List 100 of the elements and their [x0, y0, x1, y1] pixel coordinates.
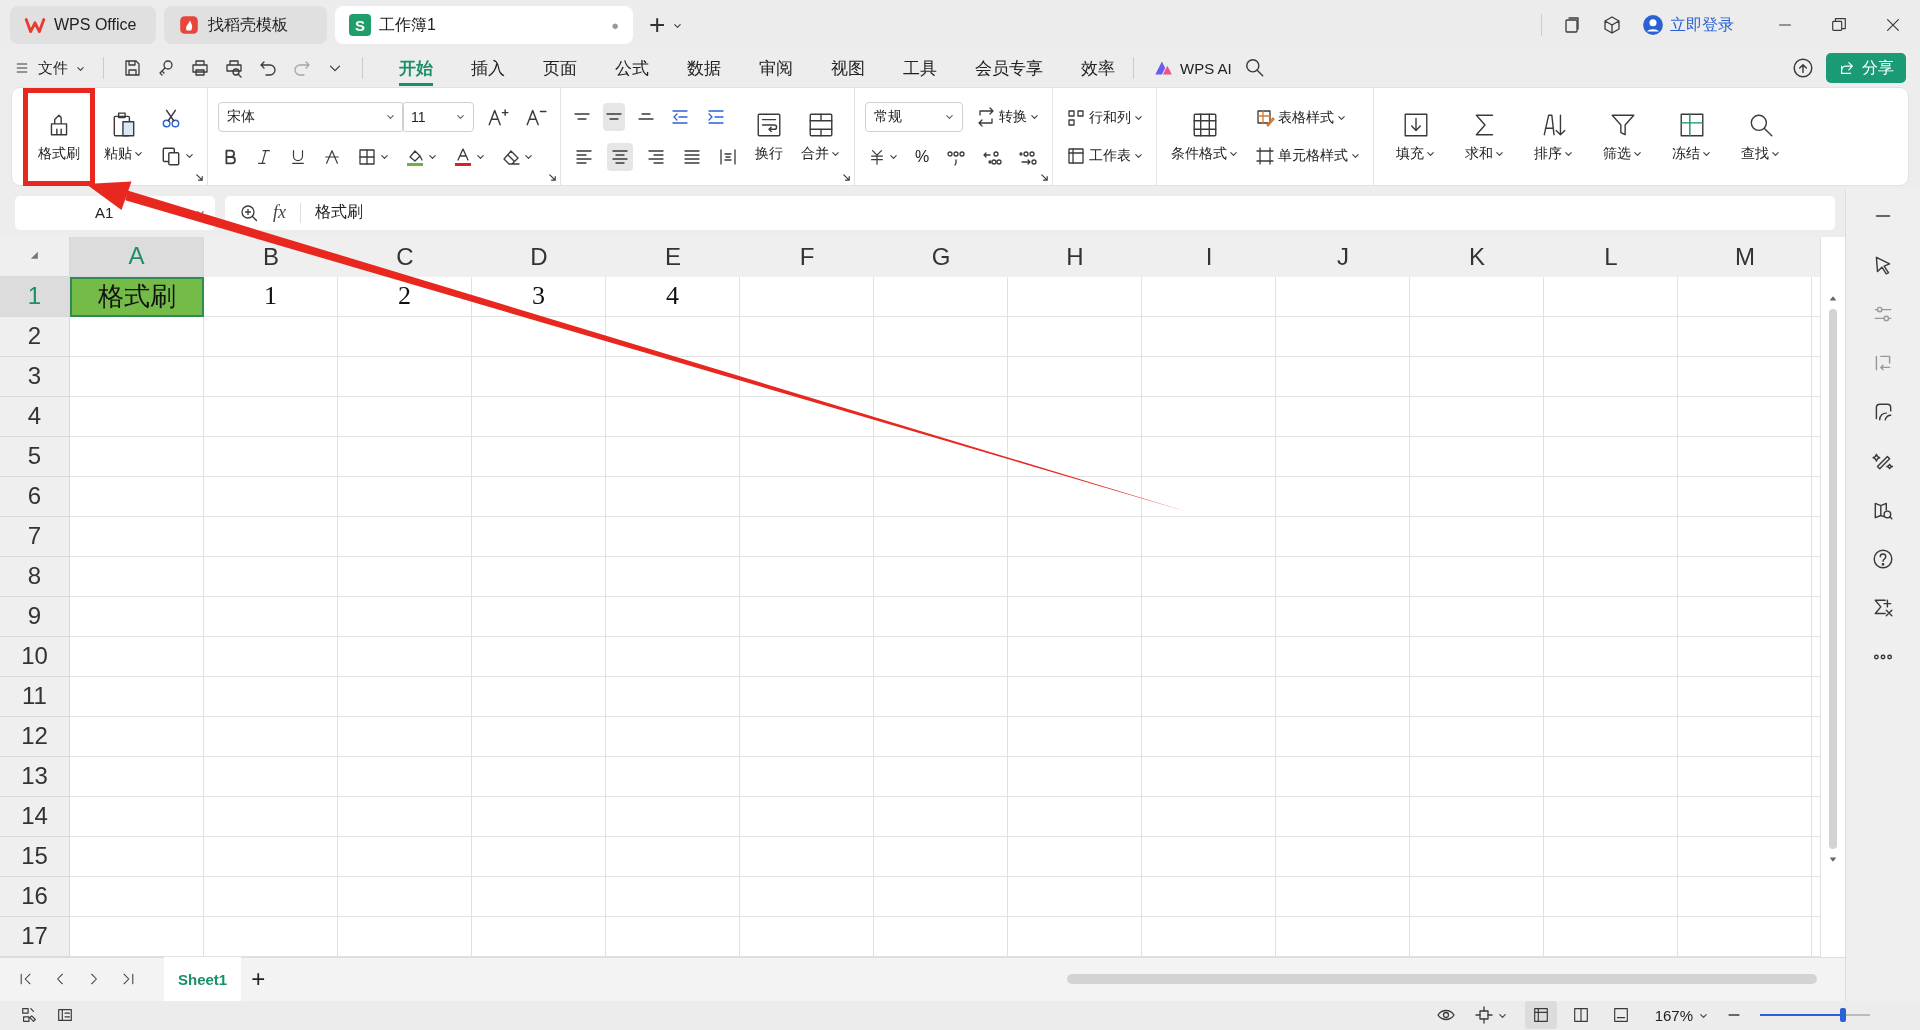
freeze-button[interactable]: 冻结 — [1668, 92, 1715, 181]
macro-icon[interactable] — [20, 1006, 38, 1025]
caret-icon[interactable] — [831, 149, 840, 159]
caret-icon[interactable] — [1134, 113, 1143, 123]
column-header[interactable]: H — [1066, 245, 1084, 269]
row-header[interactable]: 9 — [0, 597, 70, 637]
convert-button[interactable]: 转换 — [973, 102, 1042, 131]
dialog-launcher-icon[interactable] — [1040, 173, 1049, 182]
caret-icon[interactable] — [1495, 149, 1504, 159]
caret-icon[interactable] — [1564, 149, 1573, 159]
row-header[interactable]: 5 — [0, 437, 70, 477]
focus-mode-button[interactable] — [1473, 1005, 1507, 1026]
cell-style-button[interactable]: 单元格样式 — [1252, 141, 1363, 170]
caret-icon[interactable] — [945, 112, 954, 122]
row-header[interactable]: 6 — [0, 477, 70, 517]
sort-button[interactable]: 排序 — [1530, 92, 1577, 181]
paste-button[interactable]: 粘贴 — [100, 92, 147, 181]
document-tab[interactable]: S 工作簿1 ● — [335, 6, 633, 45]
add-sheet-button[interactable]: + — [251, 965, 266, 994]
ribbon-tab[interactable]: 插入 — [471, 50, 505, 87]
column-header[interactable]: I — [1205, 245, 1213, 269]
caret-icon[interactable] — [380, 152, 389, 162]
formula-icon[interactable] — [1872, 597, 1894, 619]
caret-icon[interactable] — [185, 151, 194, 161]
sheet-tab[interactable]: Sheet1 — [164, 957, 242, 1002]
row-header[interactable]: 7 — [0, 517, 70, 557]
caret-icon[interactable] — [386, 112, 395, 122]
save-icon[interactable] — [122, 58, 142, 79]
ribbon-tab[interactable]: 工具 — [903, 50, 937, 87]
ribbon-tab[interactable]: 视图 — [831, 50, 865, 87]
formula-bar[interactable]: fx 格式刷 — [225, 196, 1835, 230]
column-header[interactable]: E — [665, 245, 681, 269]
row-header[interactable]: 14 — [0, 797, 70, 837]
column-header[interactable]: D — [530, 245, 548, 269]
caret-icon[interactable] — [524, 152, 533, 162]
format-painter-button[interactable]: 格式刷 — [28, 92, 90, 181]
ribbon-tab[interactable]: 效率 — [1081, 50, 1115, 87]
dialog-launcher-icon[interactable] — [548, 173, 557, 182]
caret-icon[interactable] — [1134, 151, 1143, 161]
rows-columns-button[interactable]: 行和列 — [1063, 103, 1146, 132]
column-header[interactable]: L — [1604, 245, 1618, 269]
new-tab-button[interactable]: + — [649, 11, 666, 40]
caret-icon[interactable] — [428, 152, 437, 162]
ribbon-tab[interactable]: 数据 — [687, 50, 721, 87]
row-header[interactable]: 8 — [0, 557, 70, 597]
percent-button[interactable]: % — [911, 142, 934, 171]
row-header[interactable]: 11 — [0, 677, 70, 717]
caret-icon[interactable] — [476, 152, 485, 162]
caret-icon[interactable] — [1771, 149, 1780, 159]
window-icon[interactable] — [1562, 15, 1582, 36]
dialog-launcher-icon[interactable] — [195, 173, 204, 182]
align-middle-button[interactable] — [603, 102, 625, 131]
cloud-upload-icon[interactable] — [1792, 57, 1814, 80]
scrollbar-thumb[interactable] — [1829, 309, 1837, 849]
column-header[interactable]: F — [799, 245, 815, 269]
row-header[interactable]: 16 — [0, 877, 70, 917]
caret-icon[interactable] — [1633, 149, 1642, 159]
login-link[interactable]: 立即登录 — [1642, 14, 1734, 37]
column-header[interactable]: M — [1735, 245, 1755, 269]
ribbon-tab[interactable]: 公式 — [615, 50, 649, 87]
document-tab[interactable]: 找稻壳模板 — [164, 6, 327, 45]
document-tab[interactable]: WPS Office — [10, 6, 156, 45]
caret-icon[interactable] — [1351, 151, 1360, 161]
merge-button[interactable]: 合并 — [797, 92, 844, 181]
caret-icon[interactable] — [1337, 113, 1346, 123]
caret-icon[interactable] — [134, 149, 143, 159]
caret-icon[interactable] — [456, 112, 465, 122]
row-header[interactable]: 13 — [0, 757, 70, 797]
column-header[interactable]: B — [263, 245, 279, 269]
caret-icon[interactable] — [1030, 112, 1039, 122]
font-size-dropdown[interactable]: 11 — [402, 101, 474, 132]
column-header[interactable]: C — [396, 245, 414, 269]
file-menu[interactable]: 文件 — [14, 58, 85, 78]
table-style-button[interactable]: 表格样式 — [1252, 103, 1363, 132]
row-header[interactable]: 17 — [0, 917, 70, 957]
horizontal-scrollbar[interactable] — [1067, 974, 1817, 985]
row-header[interactable]: 2 — [0, 317, 70, 357]
conditional-format-button[interactable]: 条件格式 — [1167, 92, 1242, 181]
row-header[interactable]: 12 — [0, 717, 70, 757]
normal-view-button[interactable] — [1524, 1001, 1557, 1030]
caret-icon[interactable] — [1699, 1011, 1708, 1020]
ribbon-tab[interactable]: 页面 — [543, 50, 577, 87]
row-header[interactable]: 15 — [0, 837, 70, 877]
help-icon[interactable] — [1872, 548, 1894, 570]
caret-icon[interactable] — [1426, 149, 1435, 159]
share-button[interactable]: 分享 — [1826, 53, 1906, 84]
dialog-launcher-icon[interactable] — [842, 173, 851, 182]
sum-button[interactable]: 求和 — [1461, 92, 1508, 181]
font-name-dropdown[interactable]: 宋体 — [218, 101, 404, 132]
row-header[interactable]: 4 — [0, 397, 70, 437]
ribbon-tab[interactable]: 会员专享 — [975, 50, 1043, 87]
column-header[interactable]: K — [1469, 245, 1485, 269]
column-header[interactable]: J — [1337, 245, 1349, 269]
wrap-text-button[interactable]: 换行 — [751, 92, 787, 181]
zoom-dropdown[interactable]: 167% — [1654, 1007, 1708, 1024]
worksheet-button[interactable]: 工作表 — [1063, 141, 1146, 170]
row-header[interactable]: 10 — [0, 637, 70, 677]
print-icon[interactable] — [190, 58, 210, 79]
filter-button[interactable]: 筛选 — [1599, 92, 1646, 181]
caret-icon[interactable] — [1702, 149, 1711, 159]
